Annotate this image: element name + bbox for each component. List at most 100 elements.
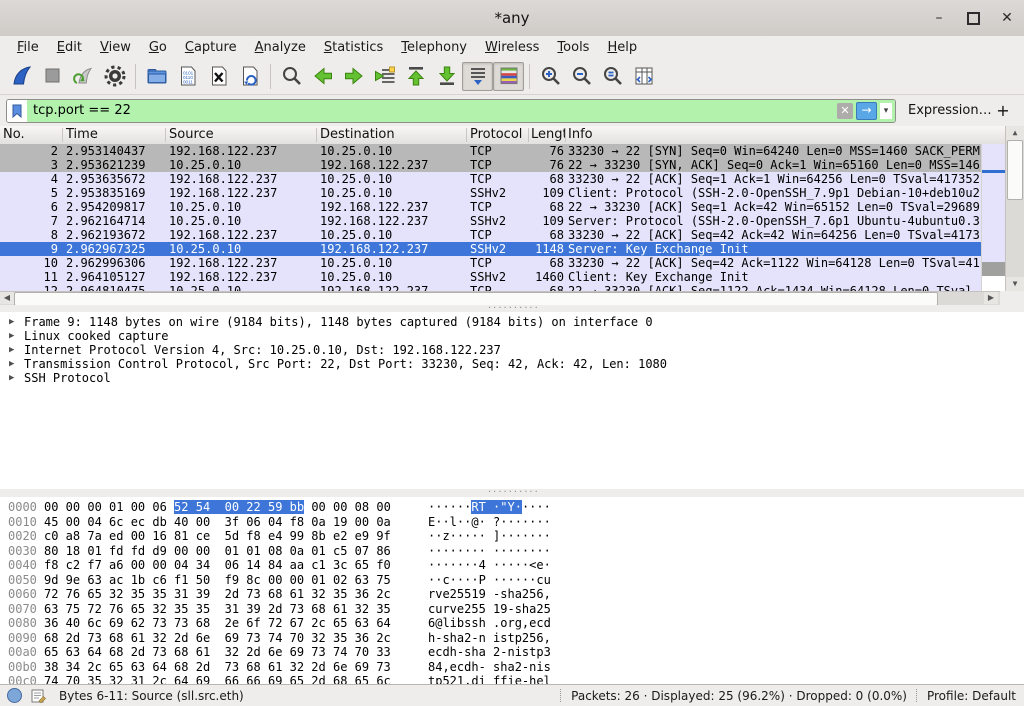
find-packet-button[interactable] bbox=[276, 62, 307, 91]
colorize-button[interactable] bbox=[493, 62, 524, 91]
detail-line[interactable]: ▶Linux cooked capture bbox=[0, 329, 1024, 343]
hex-bytes[interactable]: 65 63 64 68 2d 73 68 61 32 2d 6e 69 73 7… bbox=[44, 645, 391, 660]
go-to-packet-button[interactable] bbox=[369, 62, 400, 91]
hex-row[interactable]: 00509d 9e 63 ac 1b c6 f1 50 f9 8c 00 00 … bbox=[0, 573, 1024, 588]
packet-row[interactable]: 32.95362123910.25.0.10192.168.122.237TCP… bbox=[0, 158, 982, 172]
expand-triangle-icon[interactable]: ▶ bbox=[9, 371, 14, 385]
detail-line[interactable]: ▶Internet Protocol Version 4, Src: 10.25… bbox=[0, 343, 1024, 357]
hex-row[interactable]: 006072 76 65 32 35 35 31 39 2d 73 68 61 … bbox=[0, 587, 1024, 602]
column-divider[interactable] bbox=[316, 128, 317, 142]
close-button[interactable]: ✕ bbox=[996, 7, 1018, 29]
expand-triangle-icon[interactable]: ▶ bbox=[9, 329, 14, 343]
packet-row[interactable]: 82.962193672192.168.122.23710.25.0.10TCP… bbox=[0, 228, 982, 242]
zoom-in-button[interactable] bbox=[535, 62, 566, 91]
column-divider[interactable] bbox=[528, 128, 529, 142]
hex-bytes[interactable]: 9d 9e 63 ac 1b c6 f1 50 f9 8c 00 00 01 0… bbox=[44, 573, 391, 588]
hex-row[interactable]: 0020c0 a8 7a ed 00 16 81 ce 5d f8 e4 99 … bbox=[0, 529, 1024, 544]
auto-scroll-button[interactable] bbox=[462, 62, 493, 91]
status-profile[interactable]: Profile: Default bbox=[927, 689, 1016, 703]
go-last-button[interactable] bbox=[431, 62, 462, 91]
menu-edit[interactable]: Edit bbox=[48, 38, 91, 57]
hex-bytes[interactable]: 80 18 01 fd fd d9 00 00 01 01 08 0a 01 c… bbox=[44, 544, 391, 559]
packet-row[interactable]: 42.953635672192.168.122.23710.25.0.10TCP… bbox=[0, 172, 982, 186]
add-filter-button[interactable]: + bbox=[994, 101, 1012, 120]
go-first-button[interactable] bbox=[400, 62, 431, 91]
filter-bookmark-button[interactable] bbox=[7, 100, 27, 122]
menu-wireless[interactable]: Wireless bbox=[476, 38, 548, 57]
pane-splitter-top[interactable]: ·········· bbox=[0, 305, 1024, 312]
capture-comment-icon[interactable] bbox=[31, 688, 46, 703]
reload-file-button[interactable] bbox=[234, 62, 265, 91]
filter-clear-button[interactable]: ✕ bbox=[837, 103, 853, 119]
hex-ascii[interactable]: E··l··@· ?······· bbox=[428, 515, 551, 530]
resize-columns-button[interactable] bbox=[628, 62, 659, 91]
stop-capture-button[interactable] bbox=[37, 62, 68, 91]
detail-line[interactable]: ▶SSH Protocol bbox=[0, 371, 1024, 385]
column-header-no[interactable]: No. bbox=[3, 127, 25, 142]
hex-row[interactable]: 009068 2d 73 68 61 32 2d 6e 69 73 74 70 … bbox=[0, 631, 1024, 646]
vertical-scrollbar[interactable]: ▲ ▼ bbox=[1005, 126, 1024, 291]
restart-capture-button[interactable] bbox=[68, 62, 99, 91]
hex-bytes[interactable]: 00 00 00 01 00 06 52 54 00 22 59 bb 00 0… bbox=[44, 500, 391, 515]
hex-row[interactable]: 007063 75 72 76 65 32 35 35 31 39 2d 73 … bbox=[0, 602, 1024, 617]
expand-triangle-icon[interactable]: ▶ bbox=[9, 357, 14, 371]
hex-ascii[interactable]: 84,ecdh- sha2-nis bbox=[428, 660, 551, 675]
display-filter-input[interactable]: tcp.port == 22 ✕ → ▾ bbox=[6, 99, 896, 123]
hex-bytes[interactable]: c0 a8 7a ed 00 16 81 ce 5d f8 e4 99 8b e… bbox=[44, 529, 391, 544]
menu-telephony[interactable]: Telephony bbox=[392, 38, 476, 57]
filter-apply-button[interactable]: → bbox=[856, 102, 877, 120]
hex-ascii[interactable]: ········ ········ bbox=[428, 544, 551, 559]
hex-ascii[interactable]: h-sha2-n istp256, bbox=[428, 631, 551, 646]
scroll-down-button[interactable]: ▼ bbox=[1006, 277, 1024, 291]
scroll-right-button[interactable]: ▶ bbox=[984, 292, 998, 304]
menu-view[interactable]: View bbox=[91, 38, 140, 57]
column-header-destination[interactable]: Destination bbox=[320, 127, 395, 142]
packet-row[interactable]: 62.95420981710.25.0.10192.168.122.237TCP… bbox=[0, 200, 982, 214]
column-header-protocol[interactable]: Protocol bbox=[470, 127, 522, 142]
expand-triangle-icon[interactable]: ▶ bbox=[9, 315, 14, 329]
hex-ascii[interactable]: curve255 19-sha25 bbox=[428, 602, 551, 617]
zoom-original-button[interactable] bbox=[597, 62, 628, 91]
column-header-length[interactable]: Length bbox=[531, 127, 565, 142]
intelligent-scrollbar-minimap[interactable] bbox=[981, 144, 1006, 291]
hex-bytes[interactable]: f8 c2 f7 a6 00 00 04 34 06 14 84 aa c1 3… bbox=[44, 558, 391, 573]
detail-line[interactable]: ▶Frame 9: 1148 bytes on wire (9184 bits)… bbox=[0, 315, 1024, 329]
column-divider[interactable] bbox=[165, 128, 166, 142]
column-divider[interactable] bbox=[62, 128, 63, 142]
filter-value[interactable]: tcp.port == 22 bbox=[27, 100, 837, 122]
packet-row[interactable]: 122.96481047510.25.0.10192.168.122.237TC… bbox=[0, 284, 982, 291]
hex-ascii[interactable]: ··c····P ······cu bbox=[428, 573, 551, 588]
menu-file[interactable]: File bbox=[8, 38, 48, 57]
packet-row[interactable]: 22.953140437192.168.122.23710.25.0.10TCP… bbox=[0, 144, 982, 158]
column-divider[interactable] bbox=[466, 128, 467, 142]
menu-help[interactable]: Help bbox=[598, 38, 646, 57]
scroll-left-button[interactable]: ◀ bbox=[0, 292, 14, 304]
menu-go[interactable]: Go bbox=[140, 38, 176, 57]
vertical-scroll-thumb[interactable] bbox=[1007, 140, 1023, 200]
hex-row[interactable]: 008036 40 6c 69 62 73 73 68 2e 6f 72 67 … bbox=[0, 616, 1024, 631]
open-file-button[interactable] bbox=[141, 62, 172, 91]
column-header-time[interactable]: Time bbox=[66, 127, 98, 142]
start-capture-button[interactable] bbox=[6, 62, 37, 91]
hex-ascii[interactable]: ······RT ·"Y····· bbox=[428, 500, 551, 515]
expression-button[interactable]: Expression… bbox=[908, 103, 992, 118]
packet-row-selected[interactable]: 92.96296732510.25.0.10192.168.122.237SSH… bbox=[0, 242, 982, 256]
column-header-source[interactable]: Source bbox=[169, 127, 214, 142]
hex-ascii[interactable]: ··z····· ]······· bbox=[428, 529, 551, 544]
hex-ascii[interactable]: rve25519 -sha256, bbox=[428, 587, 551, 602]
column-header-info[interactable]: Info bbox=[568, 127, 593, 142]
go-forward-button[interactable] bbox=[338, 62, 369, 91]
capture-options-button[interactable] bbox=[99, 62, 130, 91]
hex-row[interactable]: 00a065 63 64 68 2d 73 68 61 32 2d 6e 69 … bbox=[0, 645, 1024, 660]
hex-ascii[interactable]: 6@libssh .org,ecd bbox=[428, 616, 551, 631]
minimize-button[interactable]: – bbox=[928, 7, 950, 29]
expert-info-icon[interactable] bbox=[7, 688, 22, 703]
hex-bytes[interactable]: 63 75 72 76 65 32 35 35 31 39 2d 73 68 6… bbox=[44, 602, 391, 617]
hex-bytes[interactable]: 36 40 6c 69 62 73 73 68 2e 6f 72 67 2c 6… bbox=[44, 616, 391, 631]
hex-bytes[interactable]: 68 2d 73 68 61 32 2d 6e 69 73 74 70 32 3… bbox=[44, 631, 391, 646]
menu-tools[interactable]: Tools bbox=[548, 38, 598, 57]
packet-row[interactable]: 72.96216471410.25.0.10192.168.122.237SSH… bbox=[0, 214, 982, 228]
packet-row[interactable]: 112.964105127192.168.122.23710.25.0.10SS… bbox=[0, 270, 982, 284]
column-divider[interactable] bbox=[565, 128, 566, 142]
hex-bytes[interactable]: 72 76 65 32 35 35 31 39 2d 73 68 61 32 3… bbox=[44, 587, 391, 602]
